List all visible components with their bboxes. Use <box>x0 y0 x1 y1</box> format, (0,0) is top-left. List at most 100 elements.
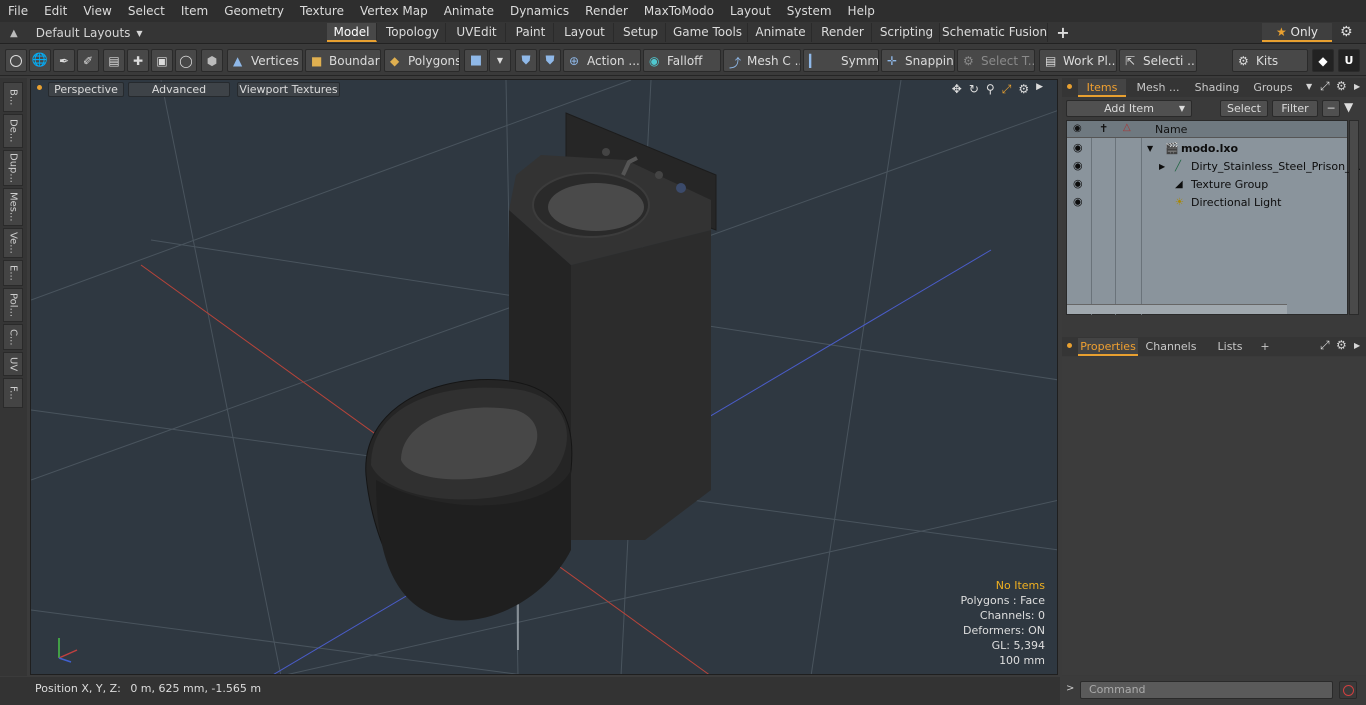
expand-icon[interactable]: ⤢ <box>1320 79 1330 94</box>
perspective-dropdown[interactable]: Perspective <box>48 82 124 97</box>
panel-dot[interactable] <box>1067 84 1072 89</box>
vertical-scrollbar[interactable] <box>1349 120 1359 315</box>
menu-help[interactable]: Help <box>840 0 883 22</box>
tab-layout[interactable]: Layout <box>556 23 614 42</box>
menu-select[interactable]: Select <box>120 0 173 22</box>
filter-icon[interactable]: ▼ <box>1344 100 1360 117</box>
unity-button[interactable]: ◆ <box>1312 49 1334 72</box>
tab-setup[interactable]: Setup <box>616 23 666 42</box>
list-item[interactable]: ◉ ▼ 🎬 modo.lxo <box>1067 140 1347 158</box>
tab-render[interactable]: Render <box>814 23 872 42</box>
menu-dynamics[interactable]: Dynamics <box>502 0 577 22</box>
list-item[interactable]: ◉ ☀ Directional Light <box>1067 194 1347 212</box>
menu-maxtomodo[interactable]: MaxToModo <box>636 0 722 22</box>
list-item[interactable]: ◉ ▶ ╱ Dirty_Stainless_Steel_Prison_... <box>1067 157 1361 176</box>
menu-geometry[interactable]: Geometry <box>216 0 292 22</box>
add-tab-button[interactable]: + <box>1052 23 1074 42</box>
menu-edit[interactable]: Edit <box>36 0 75 22</box>
boundary-button[interactable]: ■ Boundary <box>305 49 381 72</box>
items-mode-button[interactable]: ⬢ <box>201 49 223 72</box>
add-panel-tab-button[interactable]: + <box>1258 338 1272 356</box>
toilet-model[interactable] <box>365 379 573 621</box>
record-button[interactable] <box>1339 681 1357 699</box>
eye-icon[interactable]: ◉ <box>1073 139 1085 154</box>
zoom-icon[interactable]: ⚲ <box>986 82 995 97</box>
box-select-button[interactable]: ▣ <box>151 49 173 72</box>
tab-lists[interactable]: Lists <box>1206 338 1254 356</box>
tab-game-tools[interactable]: Game Tools <box>668 23 748 42</box>
select-mode-circle-button[interactable] <box>5 49 27 72</box>
tab-paint[interactable]: Paint <box>508 23 554 42</box>
brush-tool-button[interactable]: ✐ <box>77 49 99 72</box>
eye-icon[interactable]: ◉ <box>1073 175 1085 190</box>
gear-icon[interactable]: ⚙ <box>1336 338 1347 352</box>
panel-dot[interactable] <box>1067 343 1072 348</box>
tab-properties[interactable]: Properties <box>1078 338 1138 356</box>
material-mode-button[interactable]: ■ <box>464 49 488 72</box>
chevron-right-icon[interactable]: ▶ <box>1354 341 1360 350</box>
fit-icon[interactable]: ⤢ <box>1002 82 1012 97</box>
tool-tab-fusion[interactable]: F... <box>3 378 23 408</box>
select-button[interactable]: Select <box>1220 100 1268 117</box>
command-input[interactable]: Command <box>1080 681 1333 699</box>
pen-tool-button[interactable]: ✒ <box>53 49 75 72</box>
polygons-button[interactable]: ◆ Polygons <box>384 49 460 72</box>
tab-schematic-fusion[interactable]: Schematic Fusion <box>942 23 1048 42</box>
tab-mesh[interactable]: Mesh ... <box>1130 79 1186 97</box>
only-toggle[interactable]: ★ Only <box>1262 23 1332 42</box>
center-tool-button[interactable]: ✚ <box>127 49 149 72</box>
viewport-textures-dropdown[interactable]: Viewport Textures <box>237 82 340 97</box>
rotate-icon[interactable]: ↻ <box>969 82 979 97</box>
tab-animate[interactable]: Animate <box>750 23 812 42</box>
tab-items[interactable]: Items <box>1078 79 1126 97</box>
align-tool-button[interactable]: ▤ <box>103 49 125 72</box>
menu-file[interactable]: File <box>0 0 36 22</box>
tab-channels[interactable]: Channels <box>1142 338 1200 356</box>
menu-animate[interactable]: Animate <box>436 0 502 22</box>
horizontal-scrollbar[interactable] <box>1067 304 1287 314</box>
tool-tab-basic[interactable]: B... <box>3 82 23 112</box>
material-dropdown[interactable]: ▼ <box>489 49 511 72</box>
menu-item[interactable]: Item <box>173 0 216 22</box>
tool-tab-deform[interactable]: De... <box>3 114 23 148</box>
tab-model[interactable]: Model <box>327 23 377 42</box>
expand-arrow-icon[interactable]: ▶ <box>1159 158 1165 176</box>
eye-icon[interactable]: ◉ <box>1073 157 1085 172</box>
advanced-dropdown[interactable]: Advanced <box>128 82 230 97</box>
unreal-button[interactable]: U <box>1338 49 1360 72</box>
mesh-constraints-button[interactable]: ⤴ Mesh C ... <box>723 49 801 72</box>
kits-button[interactable]: ⚙ Kits <box>1232 49 1308 72</box>
tab-uvedit[interactable]: UVEdit <box>448 23 506 42</box>
menu-render[interactable]: Render <box>577 0 636 22</box>
tab-topology[interactable]: Topology <box>380 23 446 42</box>
tool-tab-polygon[interactable]: Pol... <box>3 288 23 322</box>
action-center-button[interactable]: ⊕ Action ... <box>563 49 641 72</box>
tab-groups[interactable]: Groups <box>1248 79 1298 97</box>
expand-icon[interactable]: ⤢ <box>1320 338 1330 353</box>
snapping-button[interactable]: ✛ Snapping <box>881 49 955 72</box>
add-item-button[interactable]: Add Item ▼ <box>1066 100 1192 117</box>
tool-tab-vertex[interactable]: Ve... <box>3 228 23 258</box>
viewport-options-dot[interactable] <box>37 85 42 90</box>
pan-icon[interactable]: ✥ <box>952 82 962 97</box>
chevron-right-icon[interactable]: ▶ <box>1036 82 1043 97</box>
chevron-down-icon[interactable]: ▼ <box>1306 82 1312 91</box>
symmetry-shield2-button[interactable]: ⛊ <box>539 49 561 72</box>
symmetry-shield-button[interactable]: ⛊ <box>515 49 537 72</box>
menu-layout[interactable]: Layout <box>722 0 779 22</box>
lasso-button[interactable]: ◯ <box>175 49 197 72</box>
tool-tab-edge[interactable]: E... <box>3 260 23 286</box>
gear-icon[interactable]: ⚙ <box>1340 24 1353 40</box>
symmetry-button[interactable]: ▎ Symm ... <box>803 49 879 72</box>
gear-icon[interactable]: ⚙ <box>1336 79 1347 93</box>
work-plane-button[interactable]: ▤ Work Pl... <box>1039 49 1117 72</box>
tool-tab-curve[interactable]: C... <box>3 324 23 350</box>
tab-scripting[interactable]: Scripting <box>874 23 940 42</box>
eye-icon[interactable]: ◉ <box>1073 193 1085 208</box>
collapse-arrow-icon[interactable]: ▼ <box>1147 140 1153 158</box>
layouts-dropdown[interactable]: ▲ Default Layouts ▼ <box>10 24 143 42</box>
gear-icon[interactable]: ⚙ <box>1018 82 1029 97</box>
list-item[interactable]: ◉ ◢ Texture Group <box>1067 176 1347 194</box>
tool-tab-mesh-edit[interactable]: Mes... <box>3 188 23 226</box>
select-through-button[interactable]: ⚙ Select T... <box>957 49 1035 72</box>
